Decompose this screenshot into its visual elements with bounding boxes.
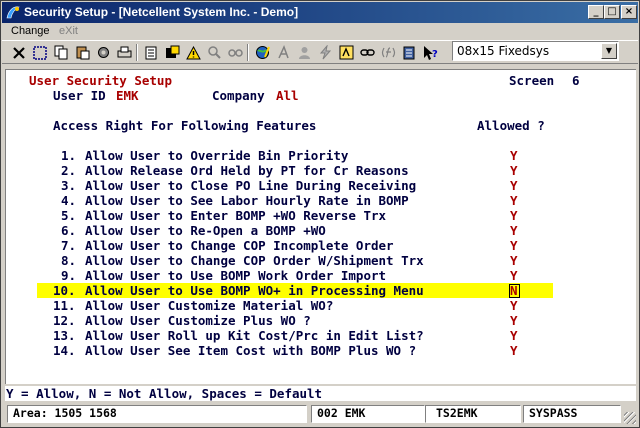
feature-allowed-field[interactable]: Y	[510, 298, 518, 313]
feature-allowed-field[interactable]: Y	[510, 238, 518, 253]
feature-number: 6.	[61, 223, 77, 238]
feature-allowed-field[interactable]: Y	[510, 343, 518, 358]
feature-number: 10.	[53, 283, 76, 298]
feature-label: Allow User to Change COP Order W/Shipmen…	[85, 253, 424, 268]
feature-label: Allow Release Ord Held by PT for Cr Reas…	[85, 163, 409, 178]
feature-label: Allow User to Re-Open a BOMP +WO	[85, 223, 326, 238]
feature-allowed-field[interactable]: Y	[510, 253, 518, 268]
feature-number: 8.	[61, 253, 77, 268]
feature-number: 12.	[53, 313, 76, 328]
window-title: Security Setup - [Netcellent System Inc.…	[24, 5, 299, 19]
feature-number: 7.	[61, 238, 77, 253]
find-icon[interactable]	[226, 43, 244, 62]
status-user: 002 EMK	[311, 405, 425, 423]
menu-change[interactable]: Change	[11, 25, 50, 37]
lightning-icon[interactable]	[316, 43, 334, 62]
feature-label: Allow User Roll up Kit Cost/Prc in Edit …	[85, 328, 424, 343]
hint-bar: Y = Allow, N = Not Allow, Spaces = Defau…	[5, 386, 636, 401]
close-icon: ×	[624, 6, 634, 17]
feature-label: Allow User to See Labor Hourly Rate in B…	[85, 193, 409, 208]
feature-allowed-field[interactable]: Y	[510, 178, 518, 193]
menu-bar: Change eXit	[2, 24, 638, 40]
feature-number: 1.	[61, 148, 77, 163]
globe-icon[interactable]	[253, 43, 271, 62]
feature-label: Allow User to Change COP Incomplete Orde…	[85, 238, 394, 253]
feature-label: Allow User to Use BOMP Work Order Import	[85, 268, 387, 283]
screen-label: Screen	[509, 73, 555, 88]
maximize-button[interactable]: □	[604, 5, 620, 19]
close-button[interactable]: ×	[621, 5, 637, 19]
feature-label: Allow User Customize Material WO?	[85, 298, 334, 313]
status-program: SYSPASS	[523, 405, 621, 423]
feature-allowed-field[interactable]: Y	[510, 208, 518, 223]
screen-number: 6	[572, 73, 580, 88]
select-icon[interactable]	[31, 43, 49, 62]
feature-label: Allow User to Use BOMP WO+ in Processing…	[85, 283, 424, 298]
feature-allowed-field[interactable]: Y	[510, 328, 518, 343]
title-bar: Security Setup - [Netcellent System Inc.…	[2, 2, 638, 23]
chevron-down-icon[interactable]: ▼	[601, 43, 617, 59]
feature-label: Allow User to Close PO Line During Recei…	[85, 178, 417, 193]
feature-allowed-field[interactable]: Y	[510, 193, 518, 208]
function-icon[interactable]	[379, 43, 397, 62]
feature-number: 2.	[61, 163, 77, 178]
hint-text: Y = Allow, N = Not Allow, Spaces = Defau…	[6, 386, 323, 401]
toolbar-separator	[247, 44, 249, 61]
alert-icon[interactable]	[184, 43, 202, 62]
feature-number: 9.	[61, 268, 77, 283]
user-icon[interactable]	[295, 43, 313, 62]
feature-allowed-field[interactable]: Y	[510, 163, 518, 178]
feature-allowed-field[interactable]: Y	[510, 313, 518, 328]
feature-allowed-field[interactable]: Y	[510, 268, 518, 283]
feature-allowed-field[interactable]: Y	[510, 148, 518, 163]
feature-allowed-field[interactable]: Y	[510, 223, 518, 238]
feature-number: 13.	[53, 328, 76, 343]
paste-icon[interactable]	[73, 43, 91, 62]
app-logo-icon	[6, 6, 20, 19]
svg-text:?: ?	[432, 49, 438, 60]
feature-number: 4.	[61, 193, 77, 208]
app-window: Security Setup - [Netcellent System Inc.…	[0, 0, 640, 428]
macro-icon[interactable]	[337, 43, 355, 62]
resize-grip-icon[interactable]	[624, 412, 636, 424]
minimize-button[interactable]: _	[588, 5, 604, 19]
user-id-value[interactable]: EMK	[116, 88, 139, 103]
menu-exit[interactable]: eXit	[59, 25, 78, 37]
status-bar: Area: 1505 1568 002 EMK TS2EMK SYSPASS	[5, 404, 636, 424]
feature-number: 3.	[61, 178, 77, 193]
feature-label: Allow User Customize Plus WO ?	[85, 313, 311, 328]
status-area: Area: 1505 1568	[7, 405, 307, 423]
toolbar-separator	[136, 44, 138, 61]
font-select[interactable]: 08x15 Fixedsys ▼	[452, 41, 619, 61]
settings-icon[interactable]	[94, 43, 112, 62]
list-icon[interactable]	[142, 43, 160, 62]
print-icon[interactable]	[115, 43, 133, 62]
screen-heading: User Security Setup	[29, 73, 172, 88]
feature-number: 11.	[53, 298, 76, 313]
feature-label: Allow User See Item Cost with BOMP Plus …	[85, 343, 417, 358]
input-cursor	[509, 284, 520, 298]
link-icon[interactable]	[358, 43, 376, 62]
search-icon[interactable]	[205, 43, 223, 62]
font-select-value: 08x15 Fixedsys	[457, 44, 550, 58]
font-icon[interactable]	[274, 43, 292, 62]
notes-icon[interactable]	[400, 43, 418, 62]
user-id-label: User ID	[53, 88, 106, 103]
help-pointer-icon[interactable]: ?	[421, 43, 439, 62]
feature-number: 14.	[53, 343, 76, 358]
feature-label: Allow User to Enter BOMP +WO Reverse Trx	[85, 208, 387, 223]
copy-icon[interactable]	[52, 43, 70, 62]
maximize-icon: □	[607, 6, 617, 17]
terminal-screen: User Security Setup Screen 6 User ID EMK…	[5, 69, 636, 384]
minimize-icon: _	[593, 6, 599, 17]
export-icon[interactable]	[163, 43, 181, 62]
allowed-heading: Allowed ?	[477, 118, 545, 133]
access-heading: Access Right For Following Features	[53, 118, 317, 133]
company-value[interactable]: All	[276, 88, 299, 103]
close-x-icon[interactable]	[10, 43, 28, 62]
company-label: Company	[212, 88, 265, 103]
status-terminal: TS2EMK	[425, 405, 521, 423]
feature-number: 5.	[61, 208, 77, 223]
feature-label: Allow User to Override Bin Priority	[85, 148, 349, 163]
